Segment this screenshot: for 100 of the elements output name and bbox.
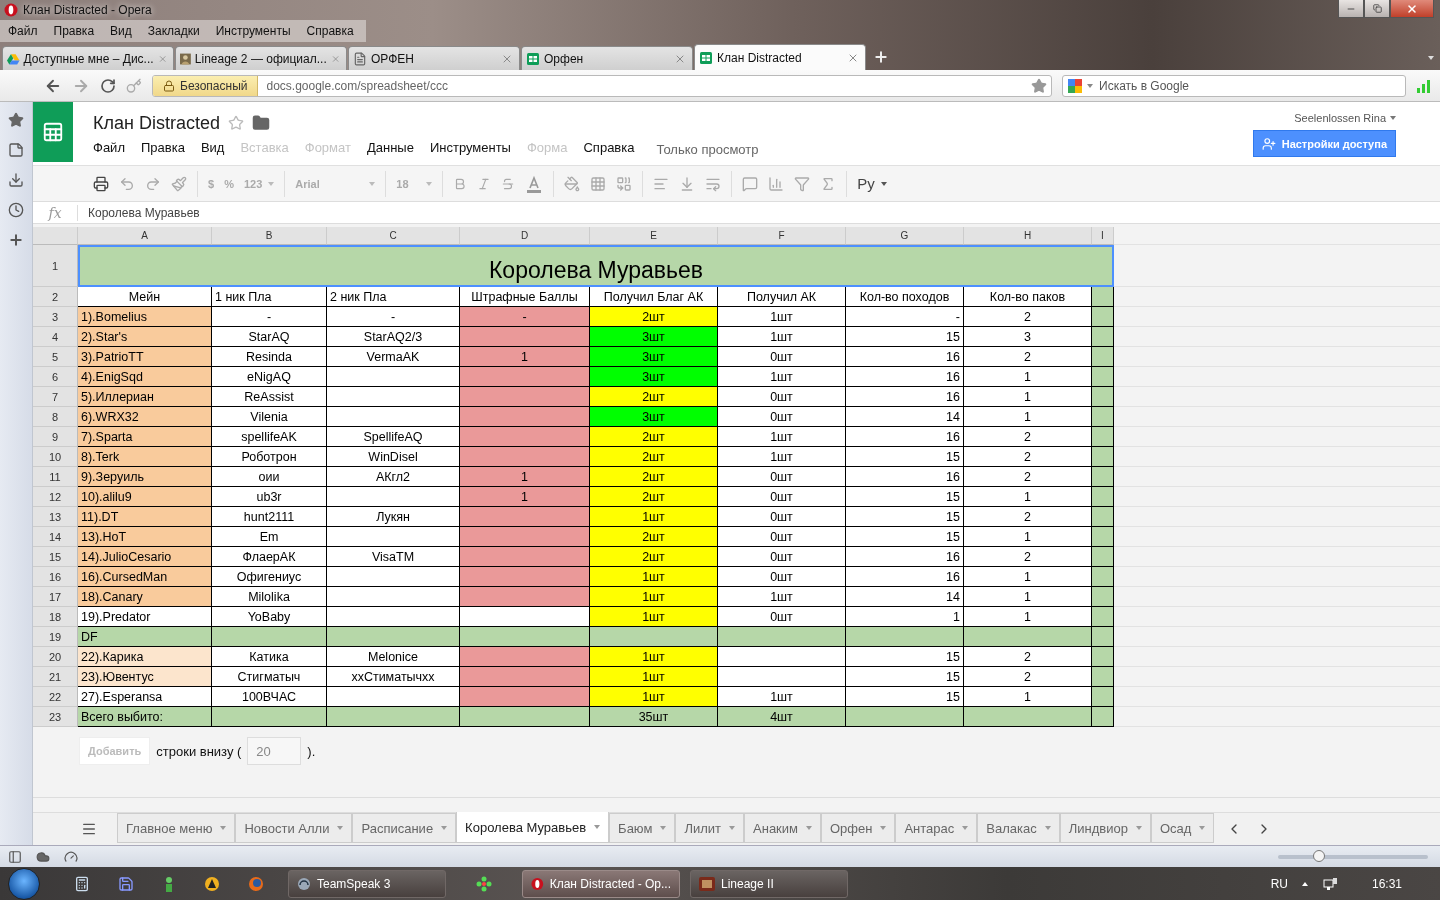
select-all-corner[interactable] [33,227,78,245]
column-header[interactable]: E [590,227,718,245]
sheet-tab[interactable]: Расписание [352,813,457,843]
row-header[interactable]: 18 [33,607,78,627]
sheets-logo[interactable] [33,102,73,162]
sheet-tab[interactable]: Антарас [895,813,978,843]
taskbar-button[interactable]: Lineage II [690,869,848,898]
tab-list-icon[interactable] [1428,56,1434,60]
browser-tab[interactable]: Орфен [521,46,693,70]
taskbar-button[interactable]: Клан Distracted - Op... [522,869,680,898]
caret-icon[interactable] [962,826,969,830]
fill-color-icon[interactable] [564,175,581,192]
column-header[interactable]: A [78,227,212,245]
url-field[interactable]: docs.google.com/spreadsheet/ccc [258,77,1031,94]
input-tools-select[interactable]: Ру [857,175,887,192]
sheet-list-icon[interactable] [81,821,97,837]
reload-icon[interactable] [100,77,116,94]
row-header[interactable]: 19 [33,627,78,647]
chart-icon[interactable] [768,175,785,192]
browser-tab[interactable]: Lineage 2 — официал... [175,46,347,70]
flower-icon[interactable] [476,875,492,892]
redo-icon[interactable] [145,175,161,192]
sheet-tab[interactable]: Анаким [744,813,821,843]
browser-tab[interactable]: Доступные мне – Дис... [2,46,174,70]
paint-format-icon[interactable] [171,175,187,192]
caret-icon[interactable] [220,826,227,830]
row-header[interactable]: 15 [33,547,78,567]
row-header[interactable]: 14 [33,527,78,547]
menu-item[interactable]: Файл [0,24,46,38]
address-bar[interactable]: Безопасный docs.google.com/spreadsheet/ccc [152,74,1052,97]
row-header[interactable]: 10 [33,447,78,467]
row-header[interactable]: 13 [33,507,78,527]
column-header[interactable]: I [1092,227,1114,245]
text-color-icon[interactable] [525,174,544,193]
clock-time[interactable]: 16:31 [1371,876,1402,891]
caret-icon[interactable] [660,826,667,830]
add-panel-icon[interactable] [8,232,24,248]
horizontal-scrollbar[interactable] [33,797,1440,812]
key-icon[interactable] [126,77,142,94]
strikethrough-icon[interactable] [501,176,516,191]
caret-icon[interactable] [1135,826,1142,830]
sheet-tab[interactable]: Орфен [821,813,896,843]
warning-circle-icon[interactable] [204,875,220,892]
sheet-tab[interactable]: Баюм [609,813,676,843]
row-header[interactable]: 4 [33,327,78,347]
row-header[interactable]: 11 [33,467,78,487]
browser-tab[interactable]: ОРФЕН [348,46,520,70]
comment-icon[interactable] [742,175,759,192]
merge-cells-icon[interactable] [616,175,633,192]
sheet-tab[interactable]: Новости Алли [235,813,353,843]
caret-icon[interactable] [880,826,887,830]
undo-icon[interactable] [119,175,135,192]
caret-icon[interactable] [1199,826,1206,830]
column-header[interactable]: G [846,227,964,245]
row-header[interactable]: 21 [33,667,78,687]
row-header[interactable]: 8 [33,407,78,427]
panel-toggle-icon[interactable] [8,849,22,864]
column-header[interactable]: F [718,227,846,245]
row-header[interactable]: 7 [33,387,78,407]
sheet-tab[interactable]: Королева Муравьев [456,812,610,843]
menu-item[interactable]: Вид [102,24,140,38]
row-header[interactable]: 22 [33,687,78,707]
star-icon[interactable] [227,115,244,131]
row-header[interactable]: 6 [33,367,78,387]
account-name[interactable]: Seelenlossen Rina [1294,112,1396,124]
sheet-tab[interactable]: Осад [1150,813,1215,843]
sheet-tab[interactable]: Лилит [675,813,745,843]
caret-icon[interactable] [806,826,812,830]
row-header[interactable]: 1 [33,245,78,287]
caret-icon[interactable] [337,826,344,830]
row-header[interactable]: 16 [33,567,78,587]
history-icon[interactable] [8,202,24,218]
notes-icon[interactable] [8,142,24,158]
menu-item[interactable]: Файл [93,140,141,155]
menu-item[interactable]: Закладки [139,24,208,38]
row-header[interactable]: 3 [33,307,78,327]
menu-item[interactable]: Справка [583,140,651,155]
row-header[interactable]: 23 [33,707,78,727]
bookmarks-icon[interactable] [8,112,24,128]
borders-icon[interactable] [590,175,607,192]
turbo-icon[interactable] [64,849,78,864]
filter-icon[interactable] [794,175,811,192]
menu-item[interactable]: Правка [140,140,201,155]
search-bar[interactable]: Искать в Google [1062,74,1406,97]
bold-icon[interactable] [453,176,468,191]
row-header[interactable]: 20 [33,647,78,667]
calculator-icon[interactable] [74,875,90,892]
caret-icon[interactable] [594,825,601,829]
maximize-button[interactable] [1364,0,1390,18]
downloads-icon[interactable] [8,172,24,188]
sheet-tab[interactable]: Валакас [977,813,1060,843]
new-tab-icon[interactable] [873,49,889,65]
folder-icon[interactable] [251,114,270,132]
row-header[interactable]: 9 [33,427,78,447]
caret-icon[interactable] [729,826,736,830]
column-header[interactable]: B [212,227,327,245]
floppy-icon[interactable] [118,875,134,892]
security-badge[interactable]: Безопасный [153,75,259,96]
caret-icon[interactable] [441,826,448,830]
column-header[interactable]: H [964,227,1092,245]
